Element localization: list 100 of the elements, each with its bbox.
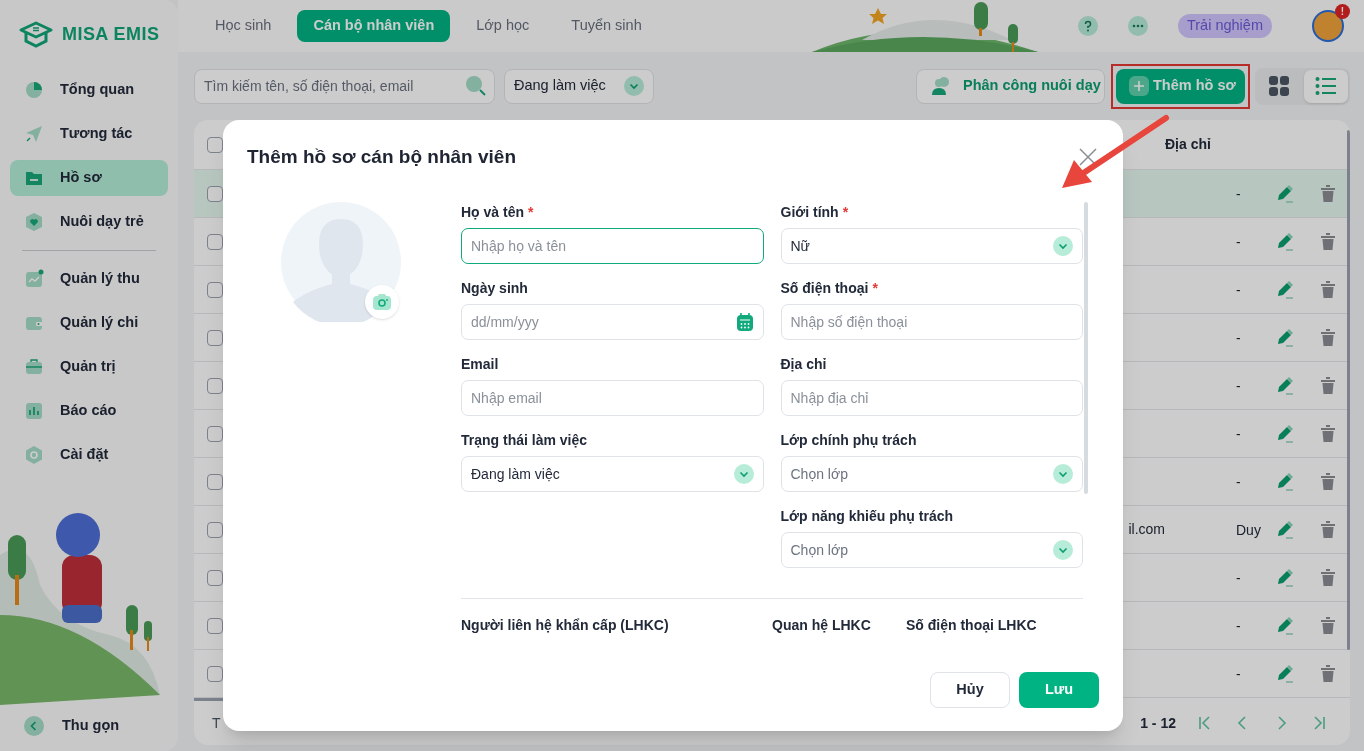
close-icon[interactable] [1079, 148, 1097, 166]
checkbox[interactable] [207, 425, 223, 442]
field-label: Họ và tên [461, 202, 524, 222]
checkbox[interactable] [207, 617, 223, 634]
trash-icon[interactable] [1320, 232, 1336, 251]
sidebar-item[interactable]: Cài đặt [10, 437, 168, 473]
table-cell: - [1236, 329, 1241, 346]
search-field[interactable]: Tìm kiếm tên, số điện thoại, email [194, 68, 495, 104]
logo-icon [18, 20, 54, 48]
field-label: Lớp năng khiếu phụ trách [780, 506, 953, 526]
field-label: Số điện thoại [780, 278, 869, 298]
table-cell: - [1236, 233, 1241, 250]
sidebar-item[interactable]: Quản lý thu [10, 261, 168, 297]
checkbox[interactable] [207, 473, 223, 490]
more-icon[interactable] [1127, 16, 1148, 36]
sidebar-item[interactable]: Quản trị [10, 349, 168, 385]
total-label: T [212, 713, 221, 733]
edit-icon[interactable] [1276, 231, 1294, 252]
checkbox[interactable] [207, 233, 223, 250]
select-field[interactable]: Đang làm việc [461, 456, 764, 492]
edit-icon[interactable] [1276, 567, 1294, 588]
plus-icon [1129, 76, 1149, 96]
date-field[interactable]: dd/mm/yyy [461, 304, 764, 340]
select-field[interactable]: Chọn lớp [780, 456, 1083, 492]
edit-icon[interactable] [1276, 423, 1294, 444]
trash-icon[interactable] [1320, 376, 1336, 395]
sidebar-item[interactable]: Báo cáo [10, 393, 168, 429]
field-label: Email [461, 354, 499, 374]
sidebar-item[interactable]: Tổng quan [10, 72, 168, 108]
list-icon [1314, 76, 1337, 96]
edit-icon[interactable] [1276, 375, 1294, 396]
table-cell: - [1236, 617, 1241, 634]
checkbox[interactable] [207, 281, 223, 298]
input-field[interactable]: Nhập họ và tên [461, 228, 764, 264]
checkbox[interactable] [207, 521, 223, 538]
edit-icon[interactable] [1276, 615, 1294, 636]
edit-icon[interactable] [1276, 663, 1294, 684]
sidebar-item[interactable]: Quản lý chi [10, 305, 168, 341]
help-icon[interactable] [1077, 16, 1098, 36]
column-header: Địa chỉ [1165, 135, 1212, 154]
top-tab[interactable]: Học sinh [199, 10, 288, 42]
chevron-down-icon [1053, 540, 1073, 560]
required-mark: * [842, 202, 849, 222]
edit-icon[interactable] [1276, 183, 1294, 204]
trash-icon[interactable] [1320, 568, 1336, 587]
checkbox[interactable] [207, 185, 223, 202]
cancel-button[interactable]: Hủy [930, 672, 1010, 708]
avatar-placeholder-icon [281, 202, 401, 322]
trash-icon[interactable] [1320, 664, 1336, 683]
list-view-button[interactable] [1303, 69, 1348, 103]
sidebar-item[interactable]: Hồ sơ [10, 160, 168, 196]
logo-text: MISA EMIS [62, 22, 160, 46]
table-cell: - [1236, 281, 1241, 298]
trash-icon[interactable] [1320, 472, 1336, 491]
edit-icon[interactable] [1276, 327, 1294, 348]
table-cell: Duy [1236, 521, 1261, 538]
select-field[interactable]: Nữ [780, 228, 1083, 264]
chevron-down-icon [733, 464, 754, 484]
notification-badge: ! [1335, 4, 1350, 19]
table-cell-text: il.com [1128, 520, 1165, 539]
field-label: Địa chỉ [780, 354, 827, 374]
menu-icon [24, 401, 44, 421]
page-range: 1 - 12 [1140, 713, 1176, 733]
camera-icon [372, 293, 392, 311]
menu-icon [24, 445, 44, 465]
trash-icon[interactable] [1320, 616, 1336, 635]
table-cell: - [1236, 473, 1241, 490]
menu-icon [24, 269, 44, 289]
checkbox[interactable] [207, 665, 223, 682]
top-tab[interactable]: Lớp học [460, 10, 546, 42]
chevron-down-icon [1053, 236, 1073, 256]
field-label: Ngày sinh [461, 278, 528, 298]
required-mark: * [872, 278, 878, 298]
field-label: Trạng thái làm việc [461, 430, 588, 450]
menu-icon [24, 357, 44, 377]
column-header: Người liên hệ khẩn cấp (LHKC) [461, 616, 670, 635]
checkbox[interactable] [207, 136, 223, 153]
trash-icon[interactable] [1320, 280, 1336, 299]
sidebar-item[interactable]: Tương tác [10, 116, 168, 152]
checkbox[interactable] [207, 377, 223, 394]
trash-icon[interactable] [1320, 520, 1336, 539]
edit-icon[interactable] [1276, 471, 1294, 492]
select-field[interactable]: Chọn lớp [780, 532, 1083, 568]
checkbox[interactable] [207, 569, 223, 586]
trash-icon[interactable] [1320, 184, 1336, 203]
top-tab[interactable]: Tuyển sinh [555, 10, 658, 42]
menu-icon [24, 212, 44, 232]
trash-icon[interactable] [1320, 424, 1336, 443]
table-cell: - [1236, 377, 1241, 394]
collapse-button[interactable]: Thu gọn [0, 705, 178, 747]
edit-icon[interactable] [1276, 279, 1294, 300]
trash-icon[interactable] [1320, 328, 1336, 347]
dialog-title: Thêm hồ sơ cán bộ nhân viên [247, 144, 516, 169]
edit-icon[interactable] [1276, 519, 1294, 540]
field-label: Lớp chính phụ trách [780, 430, 917, 450]
sidebar-item[interactable]: Nuôi dạy trẻ [10, 204, 168, 240]
status-select[interactable]: Đang làm việc [504, 68, 654, 104]
chevron-down-icon [1053, 464, 1073, 484]
checkbox[interactable] [207, 329, 223, 346]
avatar[interactable] [1312, 10, 1344, 42]
